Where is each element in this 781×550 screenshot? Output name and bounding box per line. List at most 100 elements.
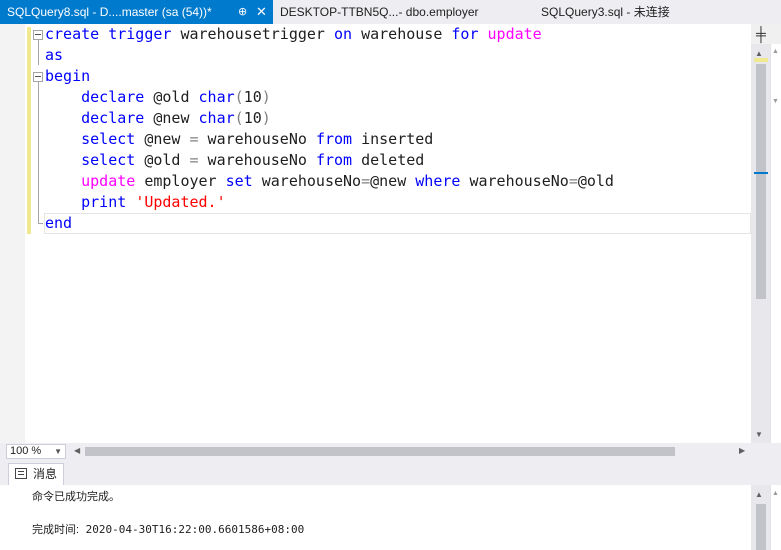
tab-label: SQLQuery3.sql - 未连接: [541, 5, 670, 19]
sql-text: 10: [243, 88, 262, 106]
tab-label: SQLQuery8.sql - D....master (sa (54))*: [7, 5, 212, 19]
code-line[interactable]: select @new = warehouseNo from inserted: [45, 129, 614, 150]
sql-keyword: create: [45, 25, 100, 43]
results-panel: 消息 命令已成功完成。 完成时间: 2020-04-30T16:22:00.66…: [0, 460, 781, 550]
sql-text: @old: [135, 151, 190, 169]
zoom-value: 100 %: [10, 445, 42, 457]
sql-operator: =: [189, 130, 199, 148]
sql-code[interactable]: create trigger warehousetrigger on wareh…: [45, 24, 614, 234]
sql-text: warehouseNo: [198, 151, 316, 169]
pin-icon[interactable]: ⊕: [238, 0, 247, 24]
code-line[interactable]: print 'Updated.': [45, 192, 614, 213]
scroll-up-arrow-icon[interactable]: ▲: [755, 490, 763, 499]
code-line[interactable]: create trigger warehousetrigger on wareh…: [45, 24, 614, 45]
sql-function: update: [81, 172, 136, 190]
sql-keyword: char: [198, 109, 235, 127]
tab-sqlquery8[interactable]: SQLQuery8.sql - D....master (sa (54))* ⊕…: [0, 0, 273, 24]
collapse-begin-icon[interactable]: [33, 72, 43, 82]
code-line[interactable]: declare @new char(10): [45, 108, 614, 129]
split-window-icon[interactable]: ╪: [752, 25, 770, 43]
sql-operator: (: [234, 109, 244, 127]
sql-text: @old: [144, 88, 199, 106]
sql-text: employer: [135, 172, 226, 190]
close-tab-icon[interactable]: ✕: [256, 0, 267, 24]
sql-keyword: declare: [81, 109, 145, 127]
sql-text: warehousetrigger: [171, 25, 334, 43]
sql-keyword: as: [45, 46, 64, 64]
sql-operator: ): [261, 88, 271, 106]
sql-keyword: for: [451, 25, 479, 43]
sql-keyword: set: [225, 172, 253, 190]
editor-gutter: [0, 24, 25, 443]
sql-function: update: [487, 25, 542, 43]
editor-scroll-thumb[interactable]: [756, 64, 766, 299]
results-tab-bar: 消息: [0, 460, 781, 485]
sql-keyword: from: [315, 151, 353, 169]
editor-status-row: 100 % ▼ ◀ ▶: [0, 443, 781, 460]
code-line[interactable]: as: [45, 45, 614, 66]
sql-keyword: from: [315, 130, 353, 148]
sql-operator: =: [361, 172, 371, 190]
sql-keyword: declare: [81, 88, 145, 106]
changes-map-marker: [754, 58, 768, 62]
code-line[interactable]: select @old = warehouseNo from deleted: [45, 150, 614, 171]
changed-lines-marker: [27, 27, 31, 234]
sql-text: warehouseNo: [252, 172, 362, 190]
scroll-up-arrow-icon[interactable]: ▲: [772, 48, 779, 55]
sql-operator: =: [568, 172, 578, 190]
sql-keyword: begin: [45, 67, 91, 85]
sql-operator: =: [189, 151, 199, 169]
tab-label: DESKTOP-TTBN5Q...- dbo.employer: [280, 5, 479, 19]
zoom-select[interactable]: 100 % ▼: [6, 444, 66, 459]
messages-tab-label: 消息: [33, 467, 58, 481]
code-line[interactable]: begin: [45, 66, 614, 87]
sql-text: warehouseNo: [460, 172, 569, 190]
message-success: 命令已成功完成。: [32, 491, 120, 503]
messages-icon: [15, 468, 27, 479]
sql-text: warehouseNo: [198, 130, 316, 148]
fold-guide: [38, 82, 39, 224]
sql-keyword: where: [415, 172, 461, 190]
message-completion-time: 完成时间: 2020-04-30T16:22:00.6601586+08:00: [32, 521, 304, 537]
caret-map-marker: [754, 172, 768, 174]
messages-scroll-thumb[interactable]: [756, 504, 766, 550]
sql-keyword: trigger: [108, 25, 172, 43]
scroll-up-arrow-icon[interactable]: ▲: [755, 49, 763, 58]
scroll-up-arrow-icon[interactable]: ▲: [772, 490, 779, 497]
chevron-down-icon: ▼: [54, 447, 62, 456]
sql-keyword: select: [81, 130, 136, 148]
sql-keyword: on: [334, 25, 353, 43]
tab-messages[interactable]: 消息: [8, 463, 64, 485]
code-line[interactable]: update employer set warehouseNo=@new whe…: [45, 171, 614, 192]
sql-text: 10: [243, 109, 262, 127]
sql-text: deleted: [352, 151, 425, 169]
code-line[interactable]: end: [45, 213, 614, 234]
sql-keyword: char: [198, 88, 235, 106]
code-line[interactable]: declare @old char(10): [45, 87, 614, 108]
scroll-right-arrow-icon[interactable]: ▶: [739, 446, 745, 455]
collapse-create-icon[interactable]: [33, 30, 43, 40]
sql-text: @new: [144, 109, 199, 127]
sql-keyword: end: [45, 214, 73, 232]
tab-dbo-employer[interactable]: DESKTOP-TTBN5Q...- dbo.employer: [273, 0, 503, 24]
completion-time-label: 完成时间:: [32, 524, 80, 536]
sql-text: @new: [135, 130, 190, 148]
sql-keyword: print: [81, 193, 127, 211]
tab-sqlquery3[interactable]: SQLQuery3.sql - 未连接: [534, 0, 694, 24]
sql-text: inserted: [352, 130, 434, 148]
scroll-down-arrow-icon[interactable]: ▼: [772, 98, 779, 105]
document-tab-bar: SQLQuery8.sql - D....master (sa (54))* ⊕…: [0, 0, 781, 24]
horizontal-scroll-thumb[interactable]: [85, 447, 675, 456]
query-editor[interactable]: create trigger warehousetrigger on wareh…: [0, 24, 781, 443]
completion-time-value: 2020-04-30T16:22:00.6601586+08:00: [79, 523, 305, 536]
scroll-down-arrow-icon[interactable]: ▼: [755, 430, 763, 439]
sql-keyword: select: [81, 151, 136, 169]
scroll-left-arrow-icon[interactable]: ◀: [74, 446, 80, 455]
sql-operator: (: [234, 88, 244, 106]
